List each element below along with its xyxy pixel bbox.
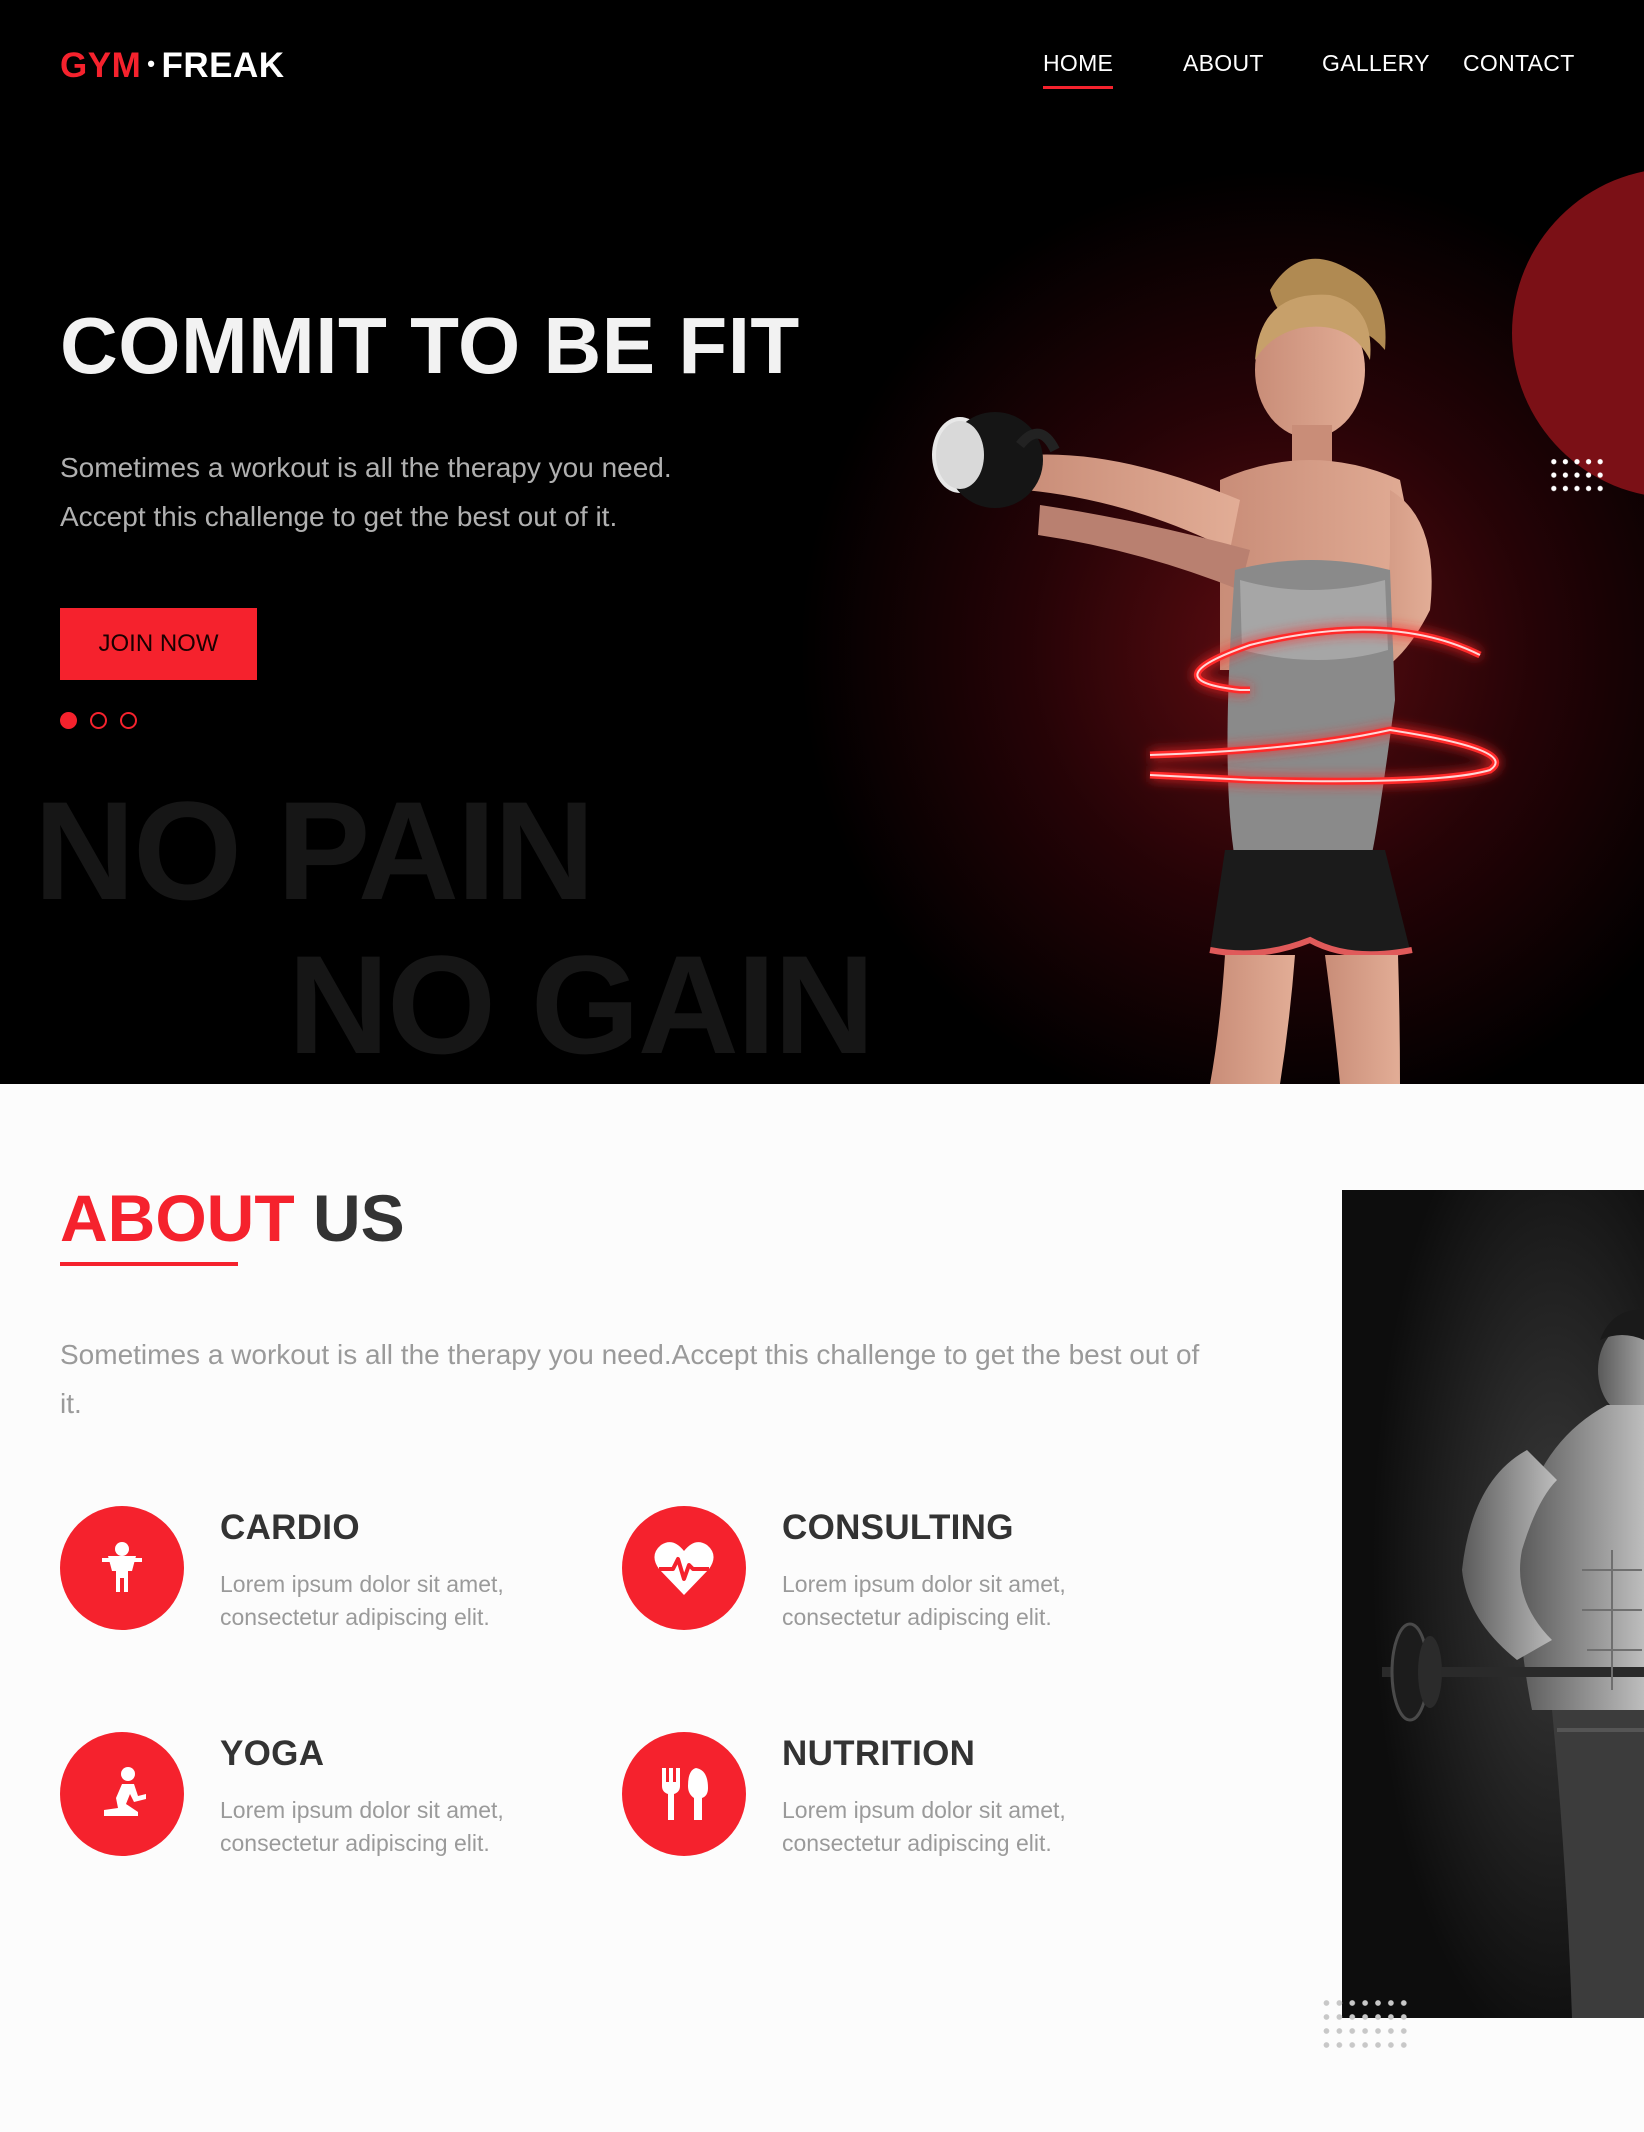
- page: GYM • FREAK HOME ABOUT GALLERY CONTACT N…: [0, 0, 1644, 2132]
- join-now-button[interactable]: JOIN NOW: [60, 608, 257, 680]
- nav-item-contact[interactable]: CONTACT: [1463, 50, 1575, 77]
- about-athlete-image: [1342, 1190, 1644, 2018]
- service-title-yoga: YOGA: [220, 1734, 325, 1773]
- nav-item-about[interactable]: ABOUT: [1183, 50, 1264, 77]
- service-desc-consulting: Lorem ipsum dolor sit amet, consectetur …: [782, 1571, 1066, 1630]
- background-word-no-pain: NO PAIN: [34, 772, 595, 929]
- fork-spoon-icon: [622, 1732, 746, 1856]
- about-underline: [60, 1262, 238, 1266]
- yoga-pose-icon: [60, 1732, 184, 1856]
- brand-logo[interactable]: GYM • FREAK: [60, 46, 285, 86]
- hero-subtitle-line2: Accept this challenge to get the best ou…: [60, 501, 618, 532]
- hero-athlete-image: [932, 258, 1499, 1084]
- service-title-cardio: CARDIO: [220, 1508, 360, 1547]
- heart-pulse-icon: [622, 1506, 746, 1630]
- slider-dot-1[interactable]: [60, 712, 77, 729]
- slider-indicators: [60, 712, 137, 729]
- dot-pattern: [1548, 455, 1606, 495]
- nav-item-gallery[interactable]: GALLERY: [1322, 50, 1430, 77]
- service-title-consulting: CONSULTING: [782, 1508, 1014, 1547]
- about-title: ABOUT US: [60, 1180, 405, 1256]
- hero-title: COMMIT TO BE FIT: [60, 301, 800, 390]
- service-desc-cardio: Lorem ipsum dolor sit amet, consectetur …: [220, 1571, 504, 1630]
- person-icon: [60, 1506, 184, 1630]
- about-text: Sometimes a workout is all the therapy y…: [60, 1339, 1200, 1419]
- hero-subtitle-line1: Sometimes a workout is all the therapy y…: [60, 452, 672, 483]
- nav-item-home[interactable]: HOME: [1043, 50, 1114, 89]
- service-title-nutrition: NUTRITION: [782, 1734, 976, 1773]
- hero-section: GYM • FREAK HOME ABOUT GALLERY CONTACT N…: [0, 0, 1644, 1084]
- about-title-red: ABOUT: [60, 1181, 295, 1255]
- dot-pattern-gray: [1320, 1996, 1412, 2054]
- brand-part2: FREAK: [161, 46, 285, 85]
- brand-separator: •: [147, 51, 156, 76]
- background-word-no-gain: NO GAIN: [288, 926, 875, 1083]
- slider-dot-3[interactable]: [120, 712, 137, 729]
- service-desc-nutrition: Lorem ipsum dolor sit amet, consectetur …: [782, 1797, 1066, 1856]
- brand-part1: GYM: [60, 46, 142, 85]
- about-title-dark: US: [313, 1181, 405, 1255]
- service-desc-yoga: Lorem ipsum dolor sit amet, consectetur …: [220, 1797, 504, 1856]
- slider-dot-2[interactable]: [90, 712, 107, 729]
